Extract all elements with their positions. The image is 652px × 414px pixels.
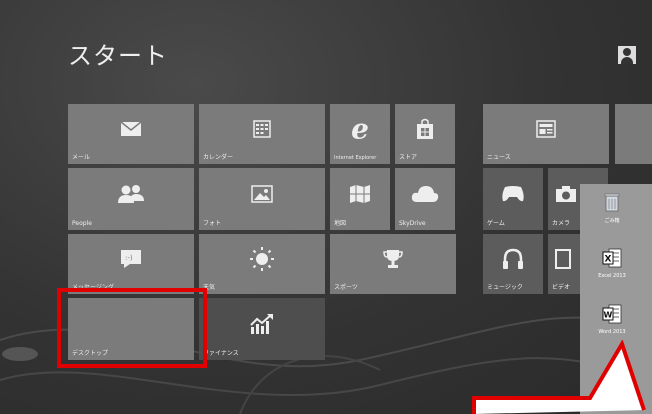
tile-calendar[interactable]: カレンダー [199,104,325,164]
word-icon: W [602,304,622,324]
tile-internet-explorer[interactable]: e Internet Explorer [330,104,390,164]
start-title: スタート [68,42,168,70]
chat-icon: :-) [121,250,141,269]
map-icon [350,185,370,204]
tile-label: カメラ [552,220,571,227]
tile-label: ミュージック [487,284,523,291]
recycle-bin-icon [604,193,620,212]
tile-label: 地図 [334,220,347,227]
desktop-tile-highlight [57,288,207,368]
calendar-icon [253,120,271,138]
tile-label: スポーツ [334,284,358,291]
trophy-icon [383,250,403,269]
store-icon [417,118,433,140]
tile-skydrive[interactable]: SkyDrive [395,168,455,230]
tile-label: People [72,220,92,227]
tile-label: Internet Explorer [334,155,377,161]
chart-icon [250,314,273,335]
tile-label: ニュース [487,154,511,161]
desktop-icon-label: Word 2013 [598,329,626,335]
camera-icon [556,186,576,203]
video-icon [555,249,571,270]
tile-label: メール [72,154,91,161]
tile-label: フォト [203,220,222,227]
svg-text:W: W [604,311,613,320]
tile-label: ゲーム [487,220,505,227]
tile-maps[interactable]: 地図 [330,168,390,230]
desktop-icon-word-2013[interactable]: W Word 2013 [592,304,632,335]
news-icon [536,120,556,138]
tile-people[interactable]: People [68,168,194,230]
svg-text:X: X [605,255,612,265]
excel-icon: X [602,248,622,268]
start-screen: スタート メール カレンダー e Internet Explorer ストア ニ… [0,0,652,414]
gamepad-icon [502,186,524,202]
headphones-icon [503,248,523,270]
tile-label: ストア [399,154,418,161]
tile-weather[interactable]: 天気 [199,234,325,294]
tile-messaging[interactable]: :-) メッセージング [68,234,194,294]
tile-offscreen-1[interactable] [615,104,652,164]
tile-photos[interactable]: フォト [199,168,325,230]
tile-store[interactable]: ストア [395,104,455,164]
tile-games[interactable]: ゲーム [483,168,543,230]
desktop-icon-label: ごみ箱 [604,218,620,224]
photo-icon [251,185,273,203]
tile-music[interactable]: ミュージック [483,234,543,294]
tile-mail[interactable]: メール [68,104,194,164]
tile-label: ファイナンス [203,350,239,357]
desktop-preview-pane[interactable]: ごみ箱 X Excel 2013 W Word 2013 [580,184,652,414]
sun-icon [250,247,274,272]
ie-icon: e [351,112,369,146]
people-icon [118,185,144,204]
tile-label: カレンダー [203,154,234,161]
mail-icon [120,121,142,137]
tile-finance[interactable]: ファイナンス [199,298,325,360]
svg-text::-): :-) [125,254,133,262]
tile-news[interactable]: ニュース [483,104,609,164]
desktop-icon-recycle-bin[interactable]: ごみ箱 [592,192,632,224]
tile-sports[interactable]: スポーツ [330,234,456,294]
desktop-icon-excel-2013[interactable]: X Excel 2013 [592,248,632,279]
cloud-icon [411,186,439,203]
user-avatar-icon[interactable] [618,46,636,64]
desktop-icon-label: Excel 2013 [598,273,626,279]
tile-label: ビデオ [552,284,571,291]
tile-label: SkyDrive [399,220,426,227]
